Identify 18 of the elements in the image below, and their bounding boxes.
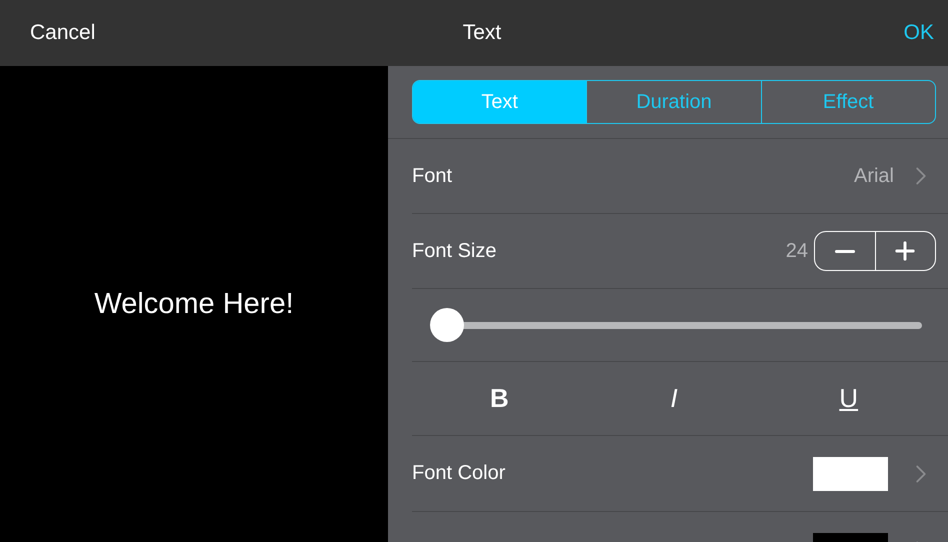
- preview-text: Welcome Here!: [94, 288, 294, 320]
- slider-track[interactable]: [432, 308, 922, 342]
- slider-thumb[interactable]: [430, 308, 464, 342]
- minus-icon: [834, 250, 855, 252]
- font-value: Arial: [854, 164, 894, 188]
- ok-button[interactable]: OK: [904, 21, 934, 45]
- color-swatch[interactable]: [813, 456, 888, 490]
- screen-title: Text: [462, 21, 502, 45]
- underline-button[interactable]: U: [761, 382, 936, 415]
- font-color-label: Font Color: [412, 462, 506, 485]
- italic-button[interactable]: I: [586, 382, 762, 415]
- cancel-button[interactable]: Cancel: [30, 21, 96, 45]
- font-size-value: 24: [786, 240, 808, 262]
- font-size-label: Font Size: [412, 240, 498, 262]
- bold-button[interactable]: B: [412, 382, 587, 415]
- tab[interactable]: Duration: [586, 81, 761, 123]
- tab[interactable]: Effect: [760, 81, 935, 123]
- font-label: Font: [412, 164, 454, 188]
